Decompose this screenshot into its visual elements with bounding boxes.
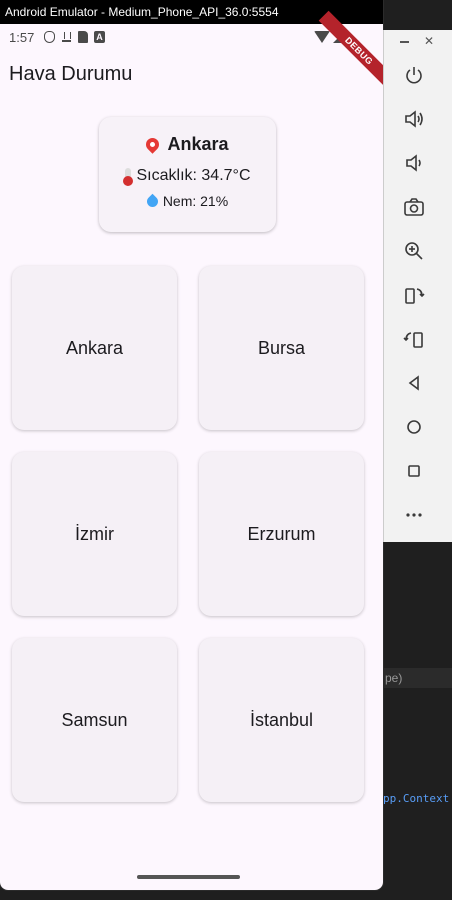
volume-down-button[interactable] bbox=[403, 152, 425, 174]
power-icon bbox=[406, 67, 422, 84]
summary-city: Ankara bbox=[167, 134, 229, 154]
sd-card-icon bbox=[78, 31, 88, 43]
rotate-left-icon bbox=[405, 288, 425, 304]
emulator-side-panel: ✕ bbox=[383, 30, 452, 542]
background-editor-strip: pe) bbox=[383, 668, 452, 688]
droplet-icon bbox=[144, 193, 161, 209]
home-circle-icon bbox=[407, 420, 421, 434]
city-card-izmir[interactable]: İzmir bbox=[12, 452, 177, 616]
rotate-right-icon bbox=[403, 332, 423, 348]
rotate-left-button[interactable] bbox=[403, 284, 425, 306]
more-dots-icon bbox=[406, 513, 422, 517]
city-label: İstanbul bbox=[249, 709, 314, 730]
zoom-icon bbox=[405, 242, 423, 260]
screenshot-button[interactable] bbox=[403, 196, 425, 218]
city-card-ankara[interactable]: Ankara bbox=[12, 266, 177, 430]
rotate-right-button[interactable] bbox=[403, 328, 425, 350]
city-label: Ankara bbox=[65, 337, 124, 358]
city-label: Erzurum bbox=[247, 523, 316, 544]
a-notification-icon: A bbox=[94, 31, 105, 43]
weather-summary-card: Ankara Sıcaklık: 34.7°C Nem: 21% bbox=[99, 117, 276, 232]
volume-up-button[interactable] bbox=[403, 108, 425, 130]
overview-square-icon bbox=[408, 465, 420, 477]
emulator-window: Android Emulator - Medium_Phone_API_36.0… bbox=[0, 0, 383, 890]
city-card-istanbul[interactable]: İstanbul bbox=[199, 638, 364, 802]
city-label: Bursa bbox=[257, 337, 306, 358]
home-indicator[interactable] bbox=[137, 875, 240, 879]
home-button[interactable] bbox=[403, 416, 425, 438]
close-icon[interactable]: ✕ bbox=[424, 34, 434, 48]
thermometer-icon bbox=[122, 168, 133, 186]
download-icon bbox=[61, 31, 72, 43]
volume-up-icon bbox=[405, 110, 423, 128]
volume-down-icon bbox=[406, 154, 421, 172]
summary-temperature: Sıcaklık: 34.7°C bbox=[136, 167, 251, 184]
status-bar: 1:57 A bbox=[0, 26, 383, 50]
city-card-bursa[interactable]: Bursa bbox=[199, 266, 364, 430]
minimize-icon[interactable] bbox=[400, 41, 409, 43]
city-card-samsun[interactable]: Samsun bbox=[12, 638, 177, 802]
city-card-erzurum[interactable]: Erzurum bbox=[199, 452, 364, 616]
status-time: 1:57 bbox=[9, 30, 35, 45]
city-label: İzmir bbox=[75, 523, 114, 544]
back-button[interactable] bbox=[403, 372, 425, 394]
page-title: Hava Durumu bbox=[9, 63, 133, 85]
more-button[interactable] bbox=[403, 504, 425, 526]
camera-icon bbox=[404, 198, 424, 216]
wifi-icon bbox=[314, 31, 330, 43]
summary-humidity: Nem: 21% bbox=[162, 193, 229, 209]
shield-icon bbox=[44, 31, 55, 43]
back-triangle-icon bbox=[408, 375, 419, 391]
background-editor-code: pp.Context bbox=[383, 792, 450, 805]
overview-button[interactable] bbox=[403, 460, 425, 482]
city-label: Samsun bbox=[61, 709, 128, 730]
zoom-button[interactable] bbox=[403, 240, 425, 262]
power-button[interactable] bbox=[403, 64, 425, 86]
location-pin-icon bbox=[143, 135, 163, 154]
